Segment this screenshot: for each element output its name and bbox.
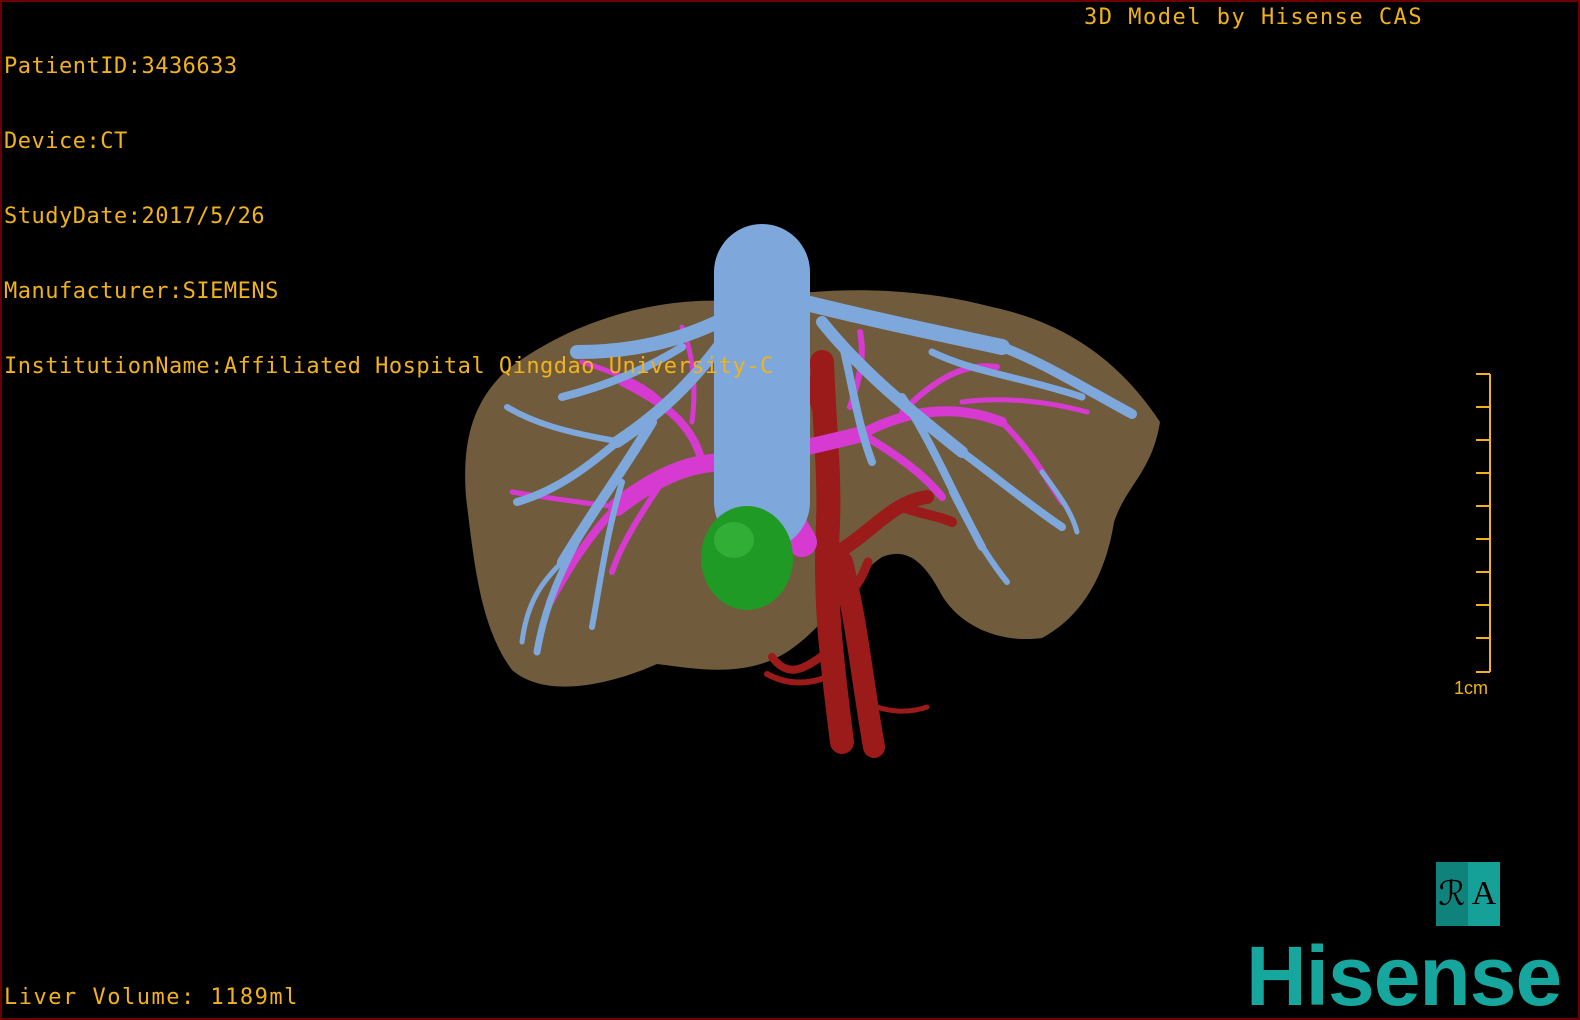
study-date: StudyDate:2017/5/26 [4, 204, 266, 229]
model-viewport[interactable]: PatientID:3436633 Device:CT StudyDate:20… [0, 0, 1580, 1020]
model-credit: 3D Model by Hisense CAS [1084, 5, 1424, 30]
manufacturer: Manufacturer:SIEMENS [4, 279, 279, 304]
tumor-highlight [714, 522, 754, 558]
scale-label: 1cm [1454, 678, 1489, 698]
institution-name: InstitutionName:Affiliated Hospital Qing… [4, 354, 774, 379]
liver-volume: Liver Volume: 1189ml [4, 985, 299, 1010]
tumor [701, 506, 793, 610]
orientation-anterior-glyph: A [1468, 862, 1500, 926]
patient-id: PatientID:3436633 [4, 54, 238, 79]
dicom-info-overlay: PatientID:3436633 Device:CT StudyDate:20… [4, 4, 774, 429]
orientation-marker[interactable]: ℛ A [1436, 862, 1500, 926]
orientation-right-glyph: ℛ [1436, 862, 1468, 926]
scale-bar [1476, 373, 1491, 673]
hisense-logo: Hisense [1246, 929, 1562, 1020]
device: Device:CT [4, 129, 128, 154]
